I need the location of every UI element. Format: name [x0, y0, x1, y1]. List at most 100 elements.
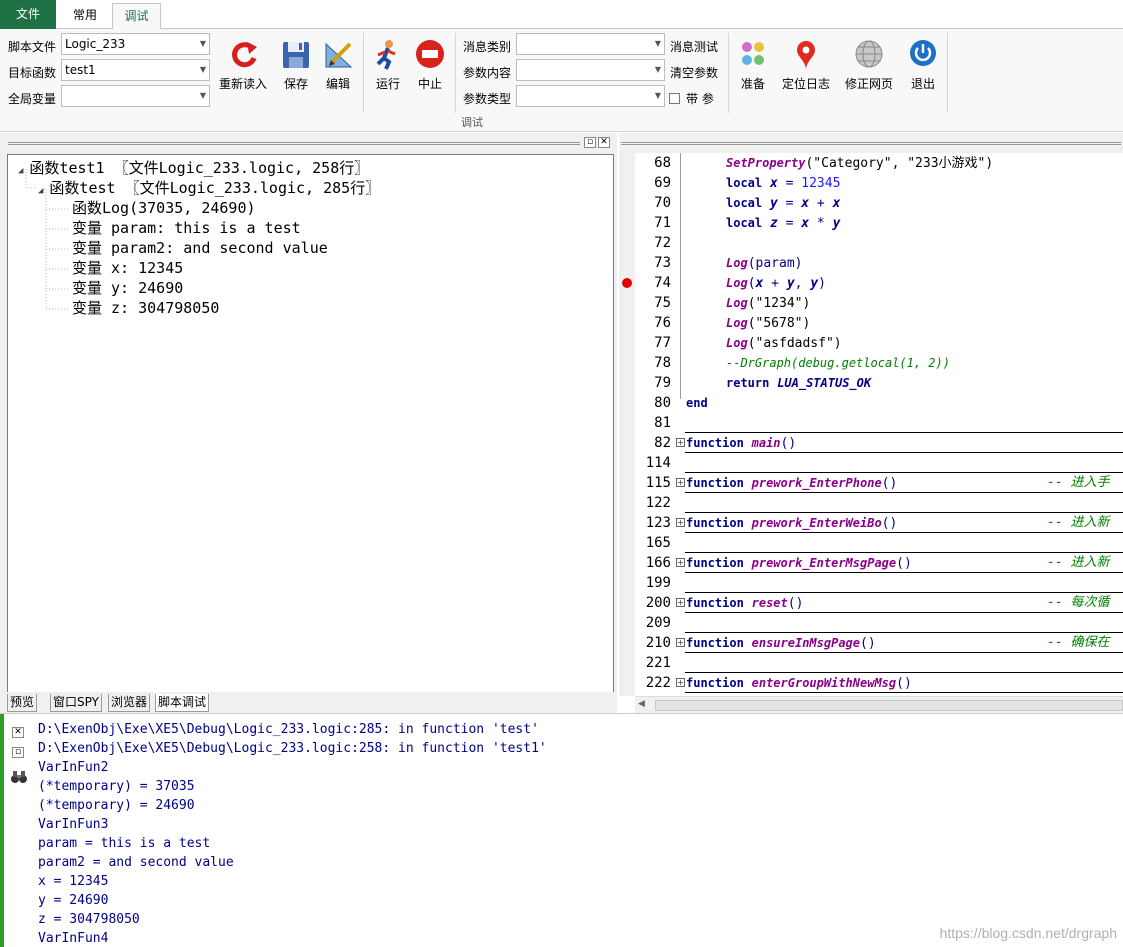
- fold-expand-icon[interactable]: +: [676, 678, 685, 687]
- with-param-checkbox[interactable]: 带 参: [669, 90, 714, 107]
- checkbox-box[interactable]: [669, 93, 680, 104]
- breakpoint-margin[interactable]: [619, 153, 635, 696]
- horizontal-scrollbar[interactable]: ◀: [635, 696, 1123, 713]
- code-line: function enterGroupWithNewMsg(): [686, 673, 912, 694]
- line-number: 114: [645, 455, 671, 471]
- line-number: 199: [645, 575, 671, 591]
- edit-button[interactable]: 编辑: [320, 39, 356, 92]
- ribbon-tab-bar: 文件 常用 调试: [0, 0, 1123, 30]
- grip-lines: [8, 142, 580, 145]
- breakpoint-icon[interactable]: [622, 278, 632, 288]
- code-token: =: [785, 196, 794, 211]
- fold-expand-icon[interactable]: +: [676, 438, 685, 447]
- fold-separator: [685, 532, 1123, 533]
- panel-header: [619, 133, 1123, 153]
- code-token: +: [816, 196, 825, 211]
- tree-node-label: 变量 param: this is a test: [72, 219, 301, 237]
- reload-button[interactable]: 重新读入: [217, 39, 269, 92]
- chevron-down-icon: ▼: [654, 39, 661, 48]
- code-token: local: [726, 176, 763, 190]
- log-line: y = 24690: [38, 893, 109, 908]
- tab-script-debug[interactable]: 脚本调试: [155, 694, 210, 712]
- code-token: function: [686, 436, 744, 450]
- fold-expand-icon[interactable]: +: [676, 558, 685, 567]
- chevron-down-icon: ▼: [199, 91, 206, 100]
- msg-type-combo[interactable]: ▼: [516, 33, 665, 55]
- binoculars-icon[interactable]: [10, 769, 28, 785]
- code-token: reset: [751, 596, 788, 610]
- code-token: +: [771, 276, 779, 291]
- code-token: Log: [726, 276, 748, 290]
- clear-params-button[interactable]: 清空参数: [670, 64, 718, 81]
- line-number: 74: [654, 275, 671, 291]
- code-token: =: [785, 216, 794, 231]
- tab-common[interactable]: 常用: [61, 3, 109, 29]
- tab-window-spy[interactable]: 窗口SPY: [50, 694, 102, 712]
- fix-page-button[interactable]: 修正网页: [843, 39, 895, 92]
- stop-label: 中止: [417, 77, 442, 91]
- run-button[interactable]: 运行: [372, 39, 404, 92]
- tree-node[interactable]: 变量 x: 12345: [72, 258, 183, 278]
- log-line: x = 12345: [38, 874, 109, 889]
- line-number: 115: [645, 475, 671, 491]
- fold-expand-icon[interactable]: +: [676, 598, 685, 607]
- line-number: 72: [654, 235, 671, 251]
- param-content-combo[interactable]: ▼: [516, 59, 665, 81]
- pin-icon[interactable]: ▫: [12, 747, 24, 758]
- save-button[interactable]: 保存: [278, 39, 314, 92]
- close-icon[interactable]: ✕: [598, 137, 610, 148]
- code-token: x: [755, 276, 764, 291]
- tab-file[interactable]: 文件: [0, 0, 56, 29]
- line-number: 68: [654, 155, 671, 171]
- grip-lines: [621, 142, 1121, 145]
- global-var-combo[interactable]: ▼: [61, 85, 210, 107]
- prepare-button[interactable]: 准备: [736, 39, 770, 92]
- script-file-combo[interactable]: Logic_233 ▼: [61, 33, 210, 55]
- tree-node[interactable]: 变量 z: 304798050: [72, 298, 219, 318]
- pin-icon[interactable]: ▫: [584, 137, 596, 148]
- tree-node-label: 函数test 〖文件Logic_233.logic, 285行〗: [49, 179, 381, 197]
- code-line: function reset(): [686, 593, 803, 614]
- close-icon[interactable]: ✕: [12, 727, 24, 738]
- chevron-down-icon: ▼: [199, 65, 206, 74]
- fix-page-label: 修正网页: [844, 77, 893, 91]
- exit-label: 退出: [910, 77, 935, 91]
- param-type-combo[interactable]: ▼: [516, 85, 665, 107]
- tree-node[interactable]: 变量 param2: and second value: [72, 238, 328, 258]
- output-log[interactable]: D:\ExenObj\Exe\XE5\Debug\Logic_233.logic…: [38, 720, 1118, 947]
- code-line: SetProperty("Category", "233小游戏"): [726, 153, 993, 174]
- fold-separator: [685, 652, 1123, 653]
- chevron-down-icon: ▼: [654, 91, 661, 100]
- tab-browser[interactable]: 浏览器: [108, 694, 151, 712]
- locate-log-button[interactable]: 定位日志: [780, 39, 832, 92]
- stop-button[interactable]: 中止: [412, 39, 448, 92]
- tree-node[interactable]: 函数Log(37035, 24690): [72, 198, 256, 218]
- fold-separator: [685, 452, 1123, 453]
- code-token: x: [801, 216, 810, 231]
- code-token: 12345: [801, 176, 841, 191]
- fold-expand-icon[interactable]: +: [676, 518, 685, 527]
- code-token: ensureInMsgPage: [751, 636, 860, 650]
- tab-debug[interactable]: 调试: [112, 3, 161, 30]
- line-number: 210: [645, 635, 671, 651]
- exit-button[interactable]: 退出: [906, 39, 940, 92]
- code-token: local: [726, 216, 763, 230]
- code-token: (): [896, 676, 912, 691]
- fold-expand-icon[interactable]: +: [676, 478, 685, 487]
- scroll-left-arrow-icon[interactable]: ◀: [638, 699, 645, 709]
- code-view[interactable]: 68 69 70 71 72 73 74 75 76 77 78 79 80 8…: [619, 153, 1123, 696]
- tab-preview[interactable]: 预览: [7, 694, 38, 712]
- target-func-value: test1: [65, 63, 96, 77]
- scrollbar-thumb[interactable]: [655, 700, 1123, 711]
- line-number: 165: [645, 535, 671, 551]
- code-token: (): [896, 556, 912, 571]
- tree-node[interactable]: 变量 y: 24690: [72, 278, 183, 298]
- tree-node[interactable]: 变量 param: this is a test: [72, 218, 301, 238]
- stop-icon: [415, 39, 445, 71]
- code-token: return: [726, 376, 770, 390]
- fold-expand-icon[interactable]: +: [676, 638, 685, 647]
- code-token: x: [801, 196, 810, 211]
- target-func-combo[interactable]: test1 ▼: [61, 59, 210, 81]
- msg-test-button[interactable]: 消息测试: [670, 38, 718, 55]
- code-line: Log(param): [726, 253, 802, 274]
